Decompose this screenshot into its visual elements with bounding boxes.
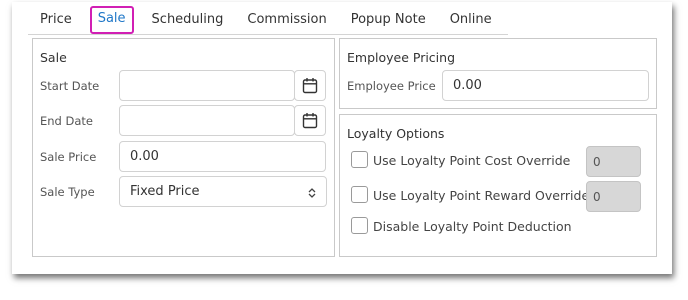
tab-commission[interactable]: Commission: [235, 6, 338, 34]
sale-panel: Sale Start Date End Date Sale Price 0.00…: [32, 38, 335, 257]
up-down-chevron-icon: [308, 188, 316, 198]
end-date-calendar-button[interactable]: [294, 105, 326, 136]
start-date-calendar-button[interactable]: [294, 70, 326, 101]
sale-type-value: Fixed Price: [130, 184, 200, 199]
employee-pricing-title: Employee Pricing: [347, 50, 456, 65]
start-date-label: Start Date: [40, 79, 100, 93]
sale-panel-title: Sale: [40, 50, 67, 65]
tab-bar: Price Sale Scheduling Commission Popup N…: [28, 6, 508, 35]
sale-price-label: Sale Price: [40, 150, 97, 164]
sale-price-input[interactable]: 0.00: [119, 141, 326, 172]
employee-price-input[interactable]: 0.00: [442, 70, 649, 101]
sale-settings-window: Price Sale Scheduling Commission Popup N…: [12, 2, 672, 274]
tab-price[interactable]: Price: [28, 6, 84, 34]
calendar-icon: [302, 113, 318, 129]
employee-pricing-panel: Employee Pricing Employee Price 0.00: [339, 38, 657, 109]
loyalty-options-panel: Loyalty Options Use Loyalty Point Cost O…: [339, 114, 657, 257]
reward-override-label: Use Loyalty Point Reward Override: [373, 188, 590, 203]
sale-type-label: Sale Type: [40, 185, 95, 199]
reward-override-checkbox[interactable]: [351, 186, 368, 203]
tab-scheduling[interactable]: Scheduling: [140, 6, 236, 34]
employee-price-label: Employee Price: [347, 79, 436, 93]
end-date-input[interactable]: [119, 105, 295, 136]
sale-type-select[interactable]: Fixed Price: [119, 176, 327, 207]
cost-override-checkbox[interactable]: [351, 151, 368, 168]
end-date-label: End Date: [40, 114, 93, 128]
disable-deduction-label: Disable Loyalty Point Deduction: [373, 219, 572, 234]
calendar-icon: [302, 78, 318, 94]
tab-popup-note[interactable]: Popup Note: [339, 6, 438, 34]
tab-sale[interactable]: Sale: [89, 6, 134, 34]
reward-override-input[interactable]: 0: [586, 181, 641, 212]
start-date-input[interactable]: [119, 70, 295, 101]
cost-override-label: Use Loyalty Point Cost Override: [373, 153, 571, 168]
loyalty-options-title: Loyalty Options: [347, 126, 445, 141]
disable-deduction-checkbox[interactable]: [351, 217, 368, 234]
cost-override-input[interactable]: 0: [586, 146, 641, 177]
tab-online[interactable]: Online: [438, 6, 504, 34]
